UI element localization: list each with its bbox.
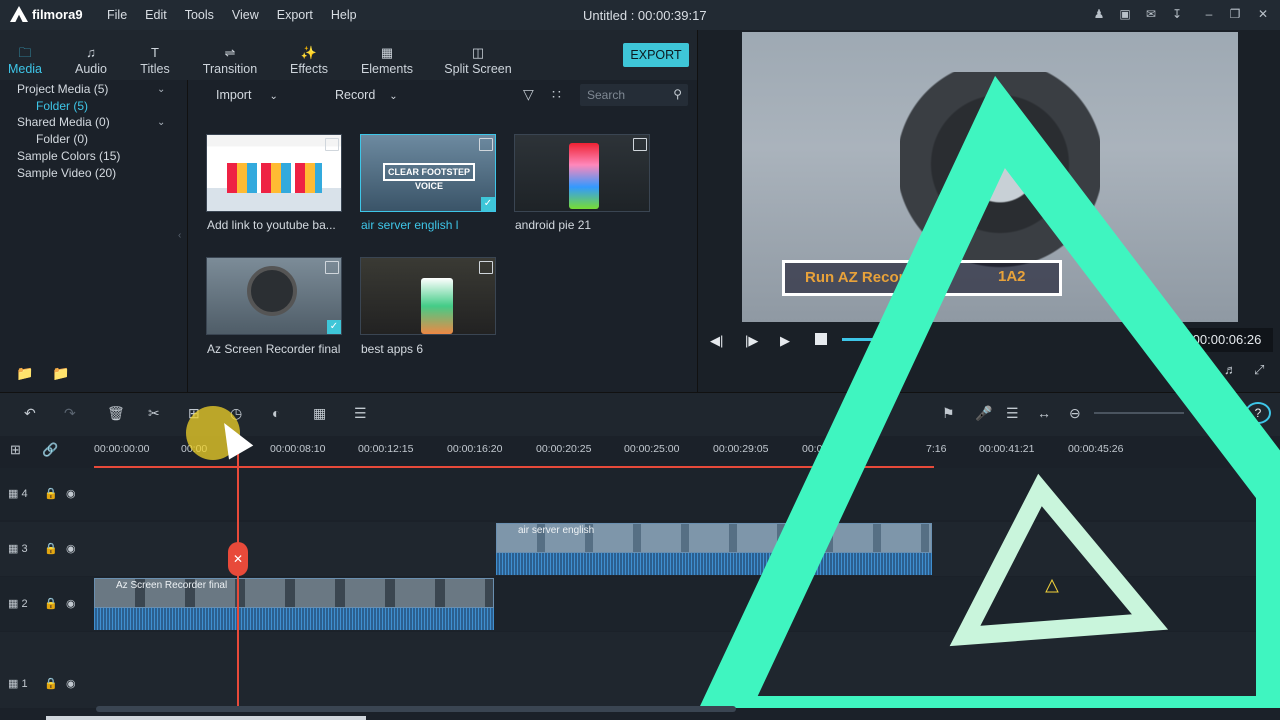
decorative-triangles	[693, 75, 1280, 720]
tiny-triangle	[1045, 578, 1059, 593]
bottom-scroll-indicator	[46, 716, 366, 720]
small-triangle	[949, 473, 1169, 647]
scrollbar-thumb[interactable]	[96, 706, 736, 712]
